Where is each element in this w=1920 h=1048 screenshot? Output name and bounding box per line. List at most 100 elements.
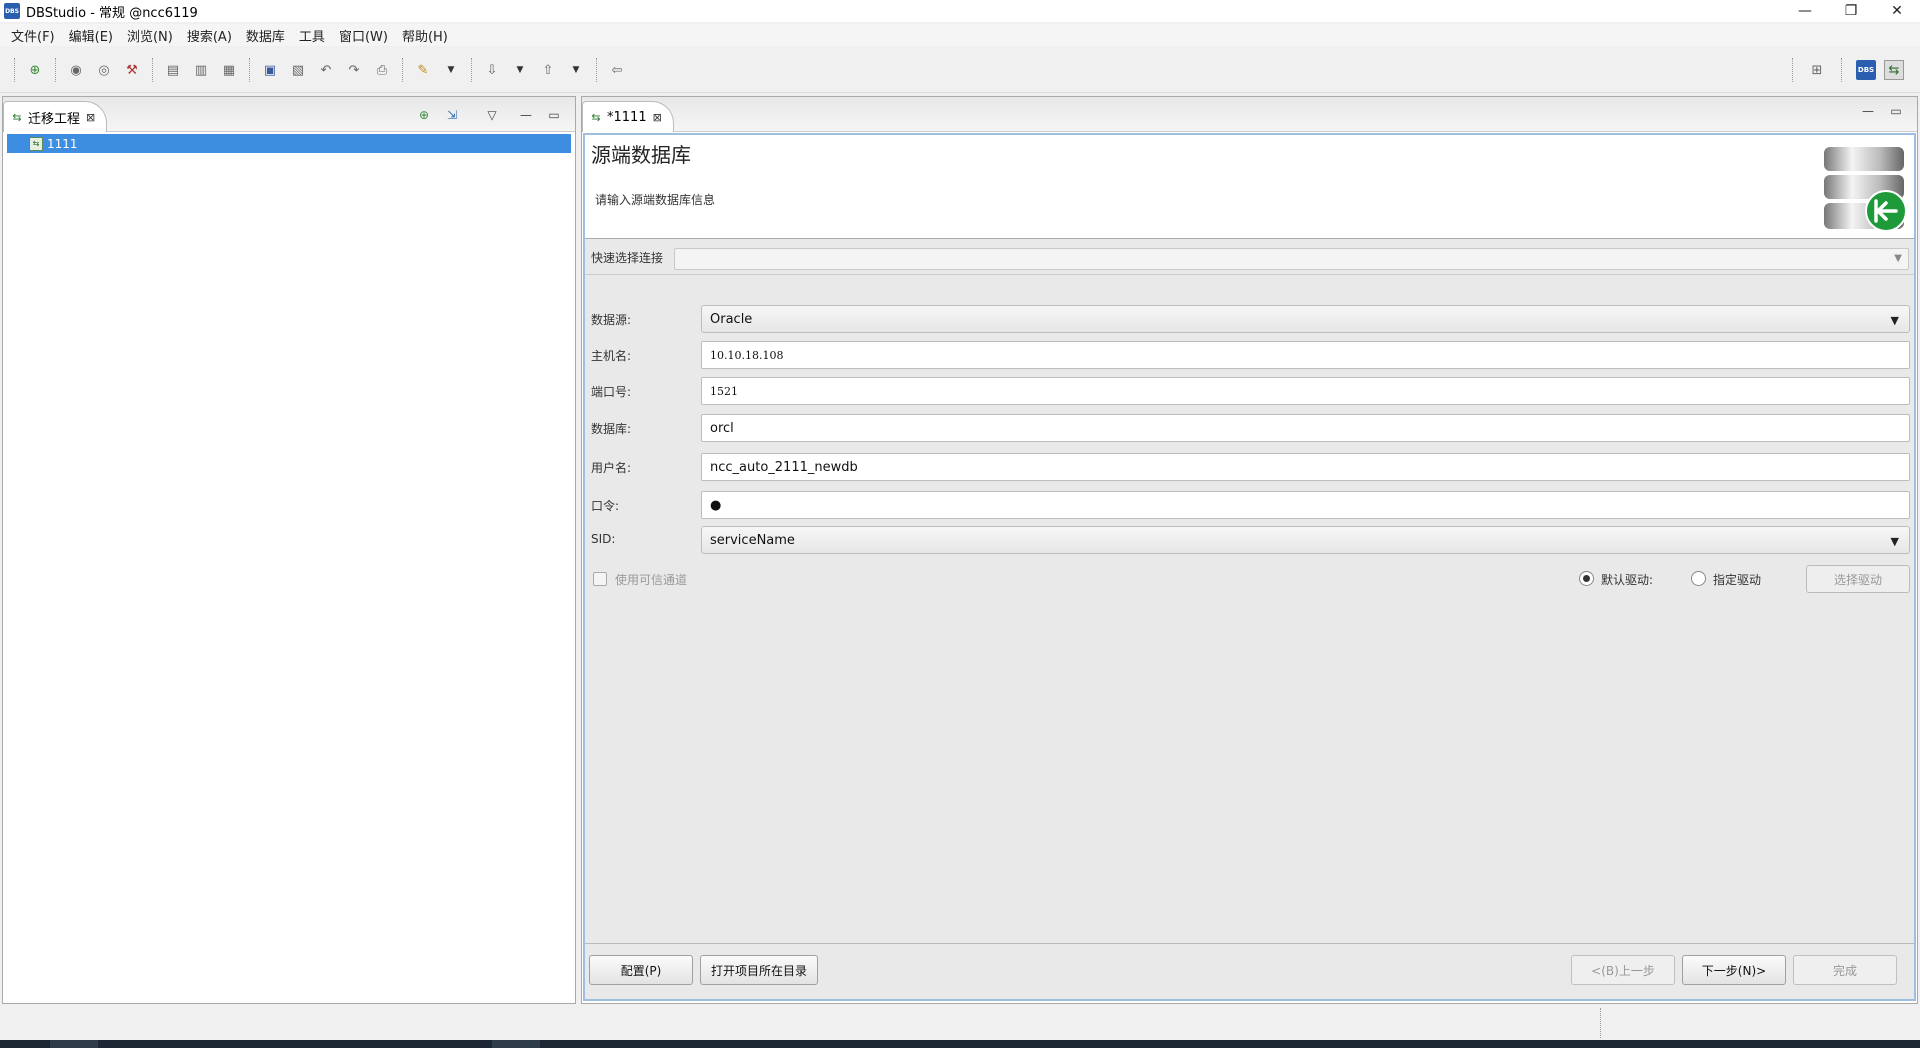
sid-value: serviceName (710, 532, 795, 548)
user-row: 用户名: ncc_auto_2111_newdb (585, 453, 1914, 481)
tab-editor-1111[interactable]: ⇆ *1111 ⊠ (582, 101, 674, 132)
database-refresh-icon[interactable]: ◎ (94, 60, 114, 80)
status-separator (1600, 1008, 1601, 1038)
menu-window[interactable]: 窗口(W) (332, 26, 395, 45)
datasource-row: 数据源: Oracle ▼ (585, 305, 1914, 333)
maximize-view-icon[interactable]: ▭ (543, 105, 565, 125)
taskbar-item[interactable] (50, 1040, 98, 1048)
dropdown-arrow-icon[interactable]: ▼ (510, 60, 530, 80)
chevron-down-icon: ▼ (1890, 314, 1899, 327)
save-all-icon[interactable]: ▧ (288, 60, 308, 80)
sql-editor-icon[interactable]: ▤ (163, 60, 183, 80)
toolbar-separator (14, 58, 15, 82)
wand-icon[interactable]: ✎ (413, 60, 433, 80)
specified-driver-radio[interactable] (1691, 571, 1706, 586)
tab-migration-project[interactable]: ⇆ 迁移工程 ⊠ (3, 101, 107, 132)
redo-icon[interactable]: ↷ (344, 60, 364, 80)
view-menu-icon[interactable]: ▽ (481, 105, 503, 125)
maximize-editor-icon[interactable]: ▭ (1885, 101, 1907, 121)
sid-label: SID: (591, 532, 616, 546)
tree-item[interactable]: ⇆ 1111 (7, 134, 571, 153)
specified-driver-label: 指定驱动 (1713, 573, 1762, 587)
dbs-perspective-icon[interactable]: DBS (1856, 60, 1876, 80)
user-label: 用户名: (591, 461, 632, 475)
dropdown-arrow-icon[interactable]: ▼ (441, 60, 461, 80)
tab-label: 迁移工程 (28, 111, 81, 127)
sql-script-icon[interactable]: ▥ (191, 60, 211, 80)
new-connection-icon[interactable]: ⊕ (25, 60, 45, 80)
toolbar-separator (1841, 58, 1842, 82)
quick-select-label: 快速选择连接 (591, 251, 664, 265)
config-button[interactable]: 配置(P) (589, 955, 693, 985)
open-perspective-icon[interactable]: ⊞ (1807, 60, 1827, 80)
menu-edit[interactable]: 编辑(E) (62, 26, 120, 45)
default-driver-radio[interactable] (1579, 571, 1594, 586)
database-tools-icon[interactable]: ⚒ (122, 60, 142, 80)
toolbar-separator (1792, 58, 1793, 82)
status-bar (0, 1008, 1920, 1040)
title-bar: DBS DBStudio - 常规 @ncc6119 — ❐ ✕ (0, 0, 1920, 22)
new-project-icon[interactable]: ⊕ (413, 105, 435, 125)
password-label: 口令: (591, 499, 620, 513)
prev-annotation-icon[interactable]: ⇧ (538, 60, 558, 80)
import-project-icon[interactable]: ⇲ (441, 105, 463, 125)
port-label: 端口号: (591, 385, 632, 399)
select-driver-button[interactable]: 选择驱动 (1806, 565, 1910, 593)
sid-select[interactable]: serviceName ▼ (701, 526, 1910, 554)
toolbar-separator (55, 58, 56, 82)
port-input[interactable]: 1521 (701, 377, 1910, 405)
menu-tools[interactable]: 工具 (292, 26, 332, 45)
toolbar-separator (249, 58, 250, 82)
user-input[interactable]: ncc_auto_2111_newdb (701, 453, 1910, 481)
password-row: 口令: ● (585, 491, 1914, 519)
menu-file[interactable]: 文件(F) (4, 26, 62, 45)
wizard-title: 源端数据库 (591, 143, 691, 167)
migration-editor-icon: ⇆ (591, 110, 601, 124)
migration-perspective-icon[interactable]: ⇆ (1884, 60, 1904, 80)
sid-row: SID: serviceName ▼ (585, 526, 1914, 554)
close-button[interactable]: ✕ (1874, 0, 1920, 22)
open-project-dir-button[interactable]: 打开项目所在目录 (700, 955, 818, 985)
source-database-icon (1824, 147, 1907, 232)
dropdown-arrow-icon[interactable]: ▼ (566, 60, 586, 80)
sql-run-icon[interactable]: ▦ (219, 60, 239, 80)
next-button[interactable]: 下一步(N)> (1682, 955, 1786, 985)
database-row: 数据库: orcl (585, 414, 1914, 442)
left-tabbar: ⇆ 迁移工程 ⊠ ⊕ ⇲ ▽ — ▭ (3, 97, 575, 132)
back-button[interactable]: <(B)上一步 (1571, 955, 1675, 985)
menu-help[interactable]: 帮助(H) (395, 26, 455, 45)
datasource-label: 数据源: (591, 313, 632, 327)
finish-button[interactable]: 完成 (1793, 955, 1897, 985)
tab-label: *1111 (607, 109, 647, 125)
minimize-editor-icon[interactable]: — (1857, 101, 1879, 121)
editor-tabbar: ⇆ *1111 ⊠ — ▭ (582, 97, 1917, 132)
chevron-down-icon: ▼ (1890, 535, 1899, 548)
password-input[interactable]: ● (701, 491, 1910, 519)
port-row: 端口号: 1521 (585, 377, 1914, 405)
quick-select-combo[interactable]: ▼ (674, 248, 1909, 270)
wizard-header: 源端数据库 请输入源端数据库信息 (585, 135, 1914, 239)
taskbar-item[interactable] (492, 1040, 540, 1048)
menu-search[interactable]: 搜索(A) (180, 26, 239, 45)
wizard-page: 源端数据库 请输入源端数据库信息 快速选择连接 ▼ 数据源: Oracle ▼ … (583, 133, 1916, 1001)
close-tab-icon[interactable]: ⊠ (653, 111, 662, 124)
database-label: 数据库: (591, 422, 632, 436)
print-icon[interactable]: ⎙ (372, 60, 392, 80)
trusted-channel-checkbox[interactable] (593, 572, 607, 586)
host-input[interactable]: 10.10.18.108 (701, 341, 1910, 369)
datasource-select[interactable]: Oracle ▼ (701, 305, 1910, 333)
back-icon[interactable]: ⇦ (607, 60, 627, 80)
minimize-button[interactable]: — (1782, 0, 1828, 22)
menu-browse[interactable]: 浏览(N) (120, 26, 180, 45)
database-icon[interactable]: ◉ (66, 60, 86, 80)
next-annotation-icon[interactable]: ⇩ (482, 60, 502, 80)
database-input[interactable]: orcl (701, 414, 1910, 442)
save-icon[interactable]: ▣ (260, 60, 280, 80)
main-toolbar: ⊕ ◉ ◎ ⚒ ▤ ▥ ▦ ▣ ▧ ↶ ↷ ⎙ ✎ ▼ ⇩ ▼ ⇧ ▼ ⇦ ⊞ … (0, 48, 1920, 93)
undo-icon[interactable]: ↶ (316, 60, 336, 80)
menu-database[interactable]: 数据库 (239, 26, 292, 45)
toolbar-separator (596, 58, 597, 82)
close-tab-icon[interactable]: ⊠ (86, 111, 95, 124)
restore-button[interactable]: ❐ (1828, 0, 1874, 22)
minimize-view-icon[interactable]: — (515, 105, 537, 125)
